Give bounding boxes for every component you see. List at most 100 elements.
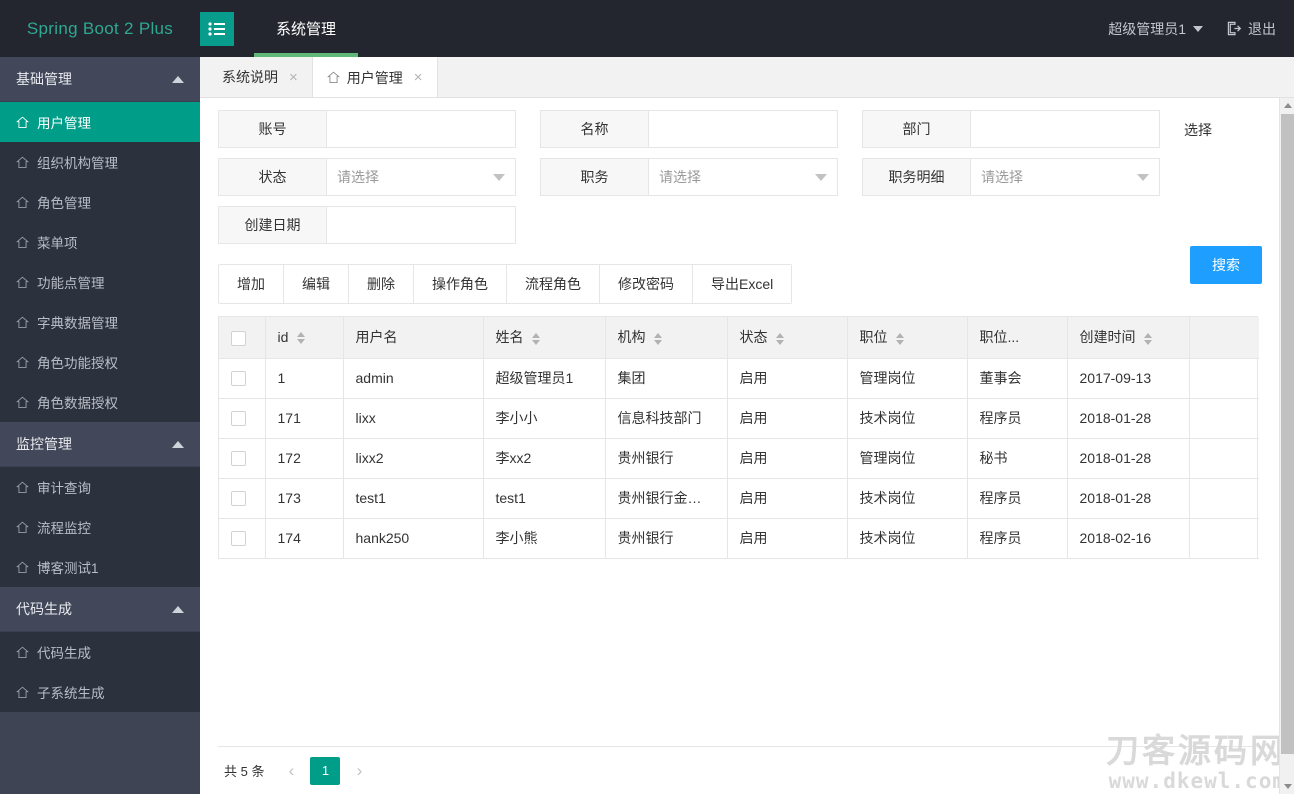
table-row[interactable]: 174 hank250 李小熊 贵州银行 启用 技术岗位 程序员 2018-02…: [219, 518, 1259, 559]
sort-icon[interactable]: [654, 332, 663, 346]
sort-icon[interactable]: [776, 332, 785, 346]
field-account-label: 账号: [219, 111, 327, 147]
row-checkbox[interactable]: [231, 411, 246, 427]
scroll-down-button[interactable]: [1280, 779, 1294, 794]
row-checkbox-cell: [219, 478, 266, 519]
job-select[interactable]: 请选择: [649, 159, 837, 195]
sidebar-item-role-data-auth[interactable]: 角色数据授权: [0, 382, 200, 422]
sidebar-item-menu-items[interactable]: 菜单项: [0, 222, 200, 262]
cell-name: 超级管理员1: [483, 358, 606, 399]
field-status-label: 状态: [219, 159, 327, 195]
table-row[interactable]: 173 test1 test1 贵州银行金… 启用 技术岗位 程序员 2018-…: [219, 478, 1259, 519]
sort-icon[interactable]: [532, 332, 541, 346]
sidebar-item-function-point-management[interactable]: 功能点管理: [0, 262, 200, 302]
tab-close-icon[interactable]: ×: [289, 70, 298, 85]
sidebar-item-org-management[interactable]: 组织机构管理: [0, 142, 200, 182]
column-status[interactable]: 状态: [727, 317, 848, 359]
department-input[interactable]: [971, 111, 1159, 147]
column-username[interactable]: 用户名: [343, 317, 484, 359]
column-position[interactable]: 职位: [847, 317, 968, 359]
sidebar-group-monitor-management[interactable]: 监控管理: [0, 422, 200, 467]
cell-spacer: [1189, 478, 1259, 519]
sidebar-item-audit-query[interactable]: 审计查询: [0, 467, 200, 507]
export-excel-button[interactable]: 导出Excel: [693, 265, 792, 303]
top-navigation: 系统管理: [254, 0, 359, 57]
sidebar-item-process-monitor[interactable]: 流程监控: [0, 507, 200, 547]
scroll-up-button[interactable]: [1280, 98, 1294, 113]
page-body: 账号 状态 请选择 创建日期 名称 职务 请选择 部门 职务明细 请选择 选择 …: [200, 98, 1294, 794]
column-org[interactable]: 机构: [605, 317, 728, 359]
user-menu-button[interactable]: 超级管理员1: [1108, 19, 1203, 39]
edit-button[interactable]: 编辑: [284, 265, 349, 303]
sidebar: 基础管理 用户管理 组织机构管理 角色管理 菜单项 功能点管理 字典数据管理 角…: [0, 57, 200, 794]
tab-user-management[interactable]: 用户管理 ×: [312, 57, 438, 97]
pagination-next-button[interactable]: ›: [348, 761, 370, 781]
home-icon: [16, 356, 29, 368]
pagination-page-1[interactable]: 1: [310, 756, 341, 785]
sidebar-item-subsystem-generation[interactable]: 子系统生成: [0, 672, 200, 712]
select-all-checkbox[interactable]: [231, 330, 246, 346]
sidebar-item-role-function-auth[interactable]: 角色功能授权: [0, 342, 200, 382]
sidebar-item-blog-test-1[interactable]: 博客测试1: [0, 547, 200, 587]
sidebar-toggle-button[interactable]: [200, 11, 234, 46]
row-checkbox[interactable]: [231, 531, 246, 547]
row-checkbox[interactable]: [231, 451, 246, 467]
cell-position: 技术岗位: [847, 518, 968, 559]
sidebar-item-code-generation[interactable]: 代码生成: [0, 632, 200, 672]
sidebar-group-basic-management[interactable]: 基础管理: [0, 57, 200, 102]
sort-icon[interactable]: [297, 331, 306, 345]
sidebar-item-user-management[interactable]: 用户管理: [0, 102, 200, 142]
row-checkbox[interactable]: [231, 491, 246, 507]
create-date-input[interactable]: [327, 207, 515, 243]
tab-system-description[interactable]: 系统说明 ×: [208, 57, 313, 97]
sort-icon[interactable]: [1144, 332, 1153, 346]
sidebar-sublist-basic-management: 用户管理 组织机构管理 角色管理 菜单项 功能点管理 字典数据管理 角色功能授权…: [0, 102, 200, 422]
column-created-time[interactable]: 创建时间: [1067, 317, 1190, 359]
status-select[interactable]: 请选择: [327, 159, 515, 195]
cell-spacer: [1189, 398, 1259, 439]
process-role-button[interactable]: 流程角色: [507, 265, 600, 303]
search-form-row-1: 账号 状态 请选择 创建日期 名称 职务 请选择 部门 职务明细 请选择 选择: [218, 110, 1294, 254]
sidebar-item-label: 审计查询: [37, 481, 91, 496]
sidebar-item-label: 流程监控: [37, 521, 91, 536]
column-position-detail[interactable]: 职位...: [967, 317, 1068, 359]
topnav-item-system-management[interactable]: 系统管理: [254, 0, 359, 57]
sidebar-group-code-generation[interactable]: 代码生成: [0, 587, 200, 632]
triangle-up-icon: [1283, 103, 1292, 108]
search-button[interactable]: 搜索: [1190, 246, 1262, 284]
pagination-total-label: 共 5 条: [224, 764, 265, 779]
chevron-up-icon: [172, 605, 184, 613]
row-checkbox[interactable]: [231, 371, 246, 387]
column-name[interactable]: 姓名: [483, 317, 606, 359]
tab-close-icon[interactable]: ×: [414, 70, 423, 85]
field-create-date: 创建日期: [218, 206, 516, 244]
cell-status: 启用: [727, 518, 848, 559]
account-input[interactable]: [327, 111, 515, 147]
column-created-time-label: 创建时间: [1079, 329, 1136, 346]
delete-button[interactable]: 删除: [349, 265, 414, 303]
job-detail-select[interactable]: 请选择: [971, 159, 1159, 195]
change-password-button[interactable]: 修改密码: [600, 265, 693, 303]
logout-button[interactable]: 退出: [1227, 19, 1276, 39]
operate-role-button[interactable]: 操作角色: [414, 265, 507, 303]
table-row[interactable]: 1 admin 超级管理员1 集团 启用 管理岗位 董事会 2017-09-13: [219, 358, 1259, 399]
table-row[interactable]: 171 lixx 李小小 信息科技部门 启用 技术岗位 程序员 2018-01-…: [219, 398, 1259, 439]
cell-position-detail: 程序员: [967, 518, 1068, 559]
home-icon: [16, 686, 29, 698]
pagination-prev-button[interactable]: ‹: [280, 761, 302, 781]
table-row[interactable]: 172 lixx2 李xx2 贵州银行 启用 管理岗位 秘书 2018-01-2…: [219, 438, 1259, 479]
home-icon: [16, 521, 29, 533]
department-select-link[interactable]: 选择: [1184, 110, 1212, 140]
sidebar-item-role-management[interactable]: 角色管理: [0, 182, 200, 222]
name-input[interactable]: [649, 111, 837, 147]
content-vertical-scrollbar[interactable]: [1279, 98, 1294, 794]
search-form-column-2: 名称 职务 请选择: [540, 110, 838, 206]
scrollbar-thumb[interactable]: [1281, 114, 1294, 754]
sidebar-item-dictionary-data-management[interactable]: 字典数据管理: [0, 302, 200, 342]
column-id[interactable]: id: [265, 317, 344, 359]
add-button[interactable]: 增加: [219, 265, 284, 303]
row-checkbox-cell: [219, 518, 266, 559]
home-icon: [16, 236, 29, 248]
chevron-down-icon: [1137, 174, 1149, 181]
sort-icon[interactable]: [896, 332, 905, 346]
